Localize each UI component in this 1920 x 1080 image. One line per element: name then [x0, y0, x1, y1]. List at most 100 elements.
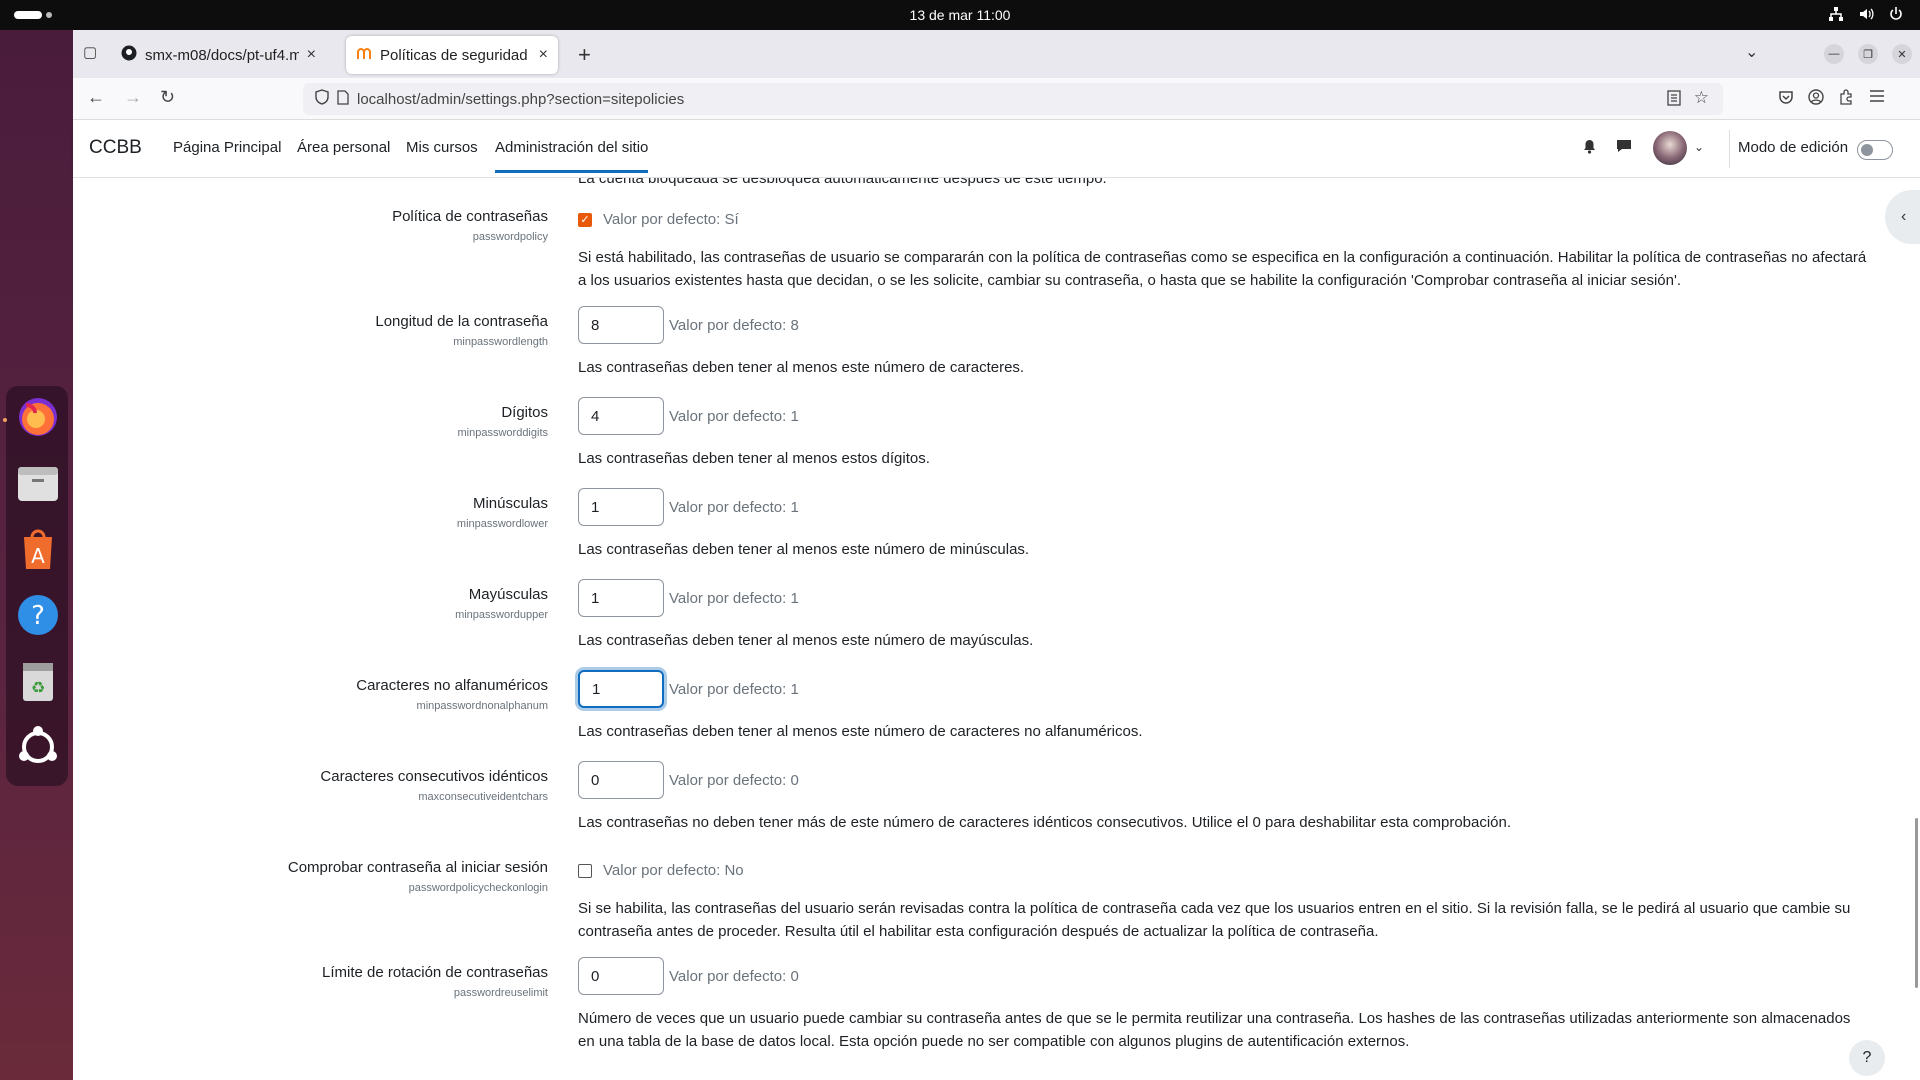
reader-view-icon[interactable]	[1667, 90, 1681, 110]
passwordpolicycheckonlogin-checkbox[interactable]	[578, 863, 592, 878]
setting-key: passwordpolicy	[472, 231, 548, 243]
navbar-divider	[1729, 130, 1730, 168]
address-bar[interactable]: localhost/admin/settings.php?section=sit…	[303, 83, 1723, 115]
power-icon[interactable]	[1888, 6, 1904, 25]
setting-key: minpasswordlength	[453, 336, 548, 348]
system-top-bar: 13 de mar 11:00	[0, 0, 1920, 30]
help-button[interactable]: ?	[1849, 1040, 1885, 1076]
bookmark-star-icon[interactable]: ☆	[1694, 88, 1709, 108]
setting-key: minpassworddigits	[457, 427, 548, 439]
tab-title: Políticas de seguridad del	[380, 46, 531, 64]
setting-description: Las contraseñas no deben tener más de es…	[578, 814, 1512, 831]
app-center-icon[interactable]: A	[15, 526, 61, 572]
setting-key: minpasswordlower	[456, 518, 548, 530]
ubuntu-dock: A ? ♻	[0, 30, 73, 1080]
help-icon[interactable]: ?	[15, 592, 61, 638]
user-avatar[interactable]	[1653, 131, 1687, 165]
minpasswordlength-input[interactable]: 8	[578, 306, 664, 344]
nav-home[interactable]: Página Principal	[173, 139, 281, 156]
default-value: Valor por defecto: 0	[669, 771, 799, 789]
tab-github[interactable]: smx-m08/docs/pt-uf4.md ×	[111, 36, 326, 74]
setting-description: Las contraseñas deben tener al menos est…	[578, 723, 1143, 740]
pocket-icon[interactable]	[1778, 89, 1794, 110]
tab-title: smx-m08/docs/pt-uf4.md	[145, 46, 299, 64]
default-value: Valor por defecto: 1	[669, 680, 799, 698]
setting-key: minpasswordupper	[455, 609, 548, 621]
menu-icon[interactable]	[1869, 89, 1885, 108]
dock-active-indicator	[3, 418, 7, 422]
messages-icon[interactable]	[1616, 138, 1632, 159]
setting-title: Dígitos	[501, 404, 548, 421]
default-value: Valor por defecto: 8	[669, 316, 799, 334]
default-value: Valor por defecto: No	[603, 862, 744, 879]
setting-title: Límite de rotación de contraseñas	[322, 964, 548, 981]
list-tabs-chevron-icon[interactable]: ⌄	[1745, 42, 1758, 62]
svg-text:A: A	[31, 544, 45, 568]
setting-description: Las contraseñas deben tener al menos est…	[578, 632, 1034, 649]
back-icon[interactable]: ←	[87, 87, 105, 108]
account-icon[interactable]	[1808, 89, 1824, 110]
shield-icon[interactable]	[315, 89, 329, 109]
page-info-icon[interactable]	[337, 89, 349, 109]
passwordreuselimit-input[interactable]: 0	[578, 957, 664, 995]
chevron-down-icon[interactable]: ⌄	[1694, 140, 1704, 154]
setting-title: Caracteres consecutivos idénticos	[320, 768, 548, 785]
minpasswordupper-input[interactable]: 1	[578, 579, 664, 617]
page-scrollbar[interactable]	[1915, 818, 1918, 988]
nav-dashboard[interactable]: Área personal	[297, 139, 390, 156]
moodle-navbar: CCBB Página Principal Área personal Mis …	[73, 120, 1920, 178]
system-tray[interactable]	[1828, 6, 1904, 25]
setting-description: Las contraseñas deben tener al menos est…	[578, 450, 930, 467]
nav-site-admin[interactable]: Administración del sitio	[495, 139, 649, 173]
trash-icon[interactable]: ♻	[15, 658, 61, 704]
notifications-bell-icon[interactable]	[1582, 138, 1597, 159]
setting-description: Las contraseñas deben tener al menos est…	[578, 541, 1030, 558]
close-tab-icon[interactable]: ×	[539, 46, 548, 64]
site-brand[interactable]: CCBB	[89, 137, 142, 159]
settings-content: La cuenta bloqueada se desbloquea automá…	[73, 178, 1920, 1080]
maxconsecutiveidentchars-input[interactable]: 0	[578, 761, 664, 799]
forward-icon[interactable]: →	[124, 87, 142, 108]
setting-key: passwordpolicycheckonlogin	[408, 882, 548, 894]
svg-text:?: ?	[31, 601, 45, 631]
extensions-icon[interactable]	[1838, 89, 1854, 110]
close-window-icon[interactable]: ✕	[1892, 44, 1912, 64]
default-value: Valor por defecto: 1	[669, 498, 799, 516]
minpasswordnonalphanum-input[interactable]: 1	[578, 670, 664, 708]
setting-title: Longitud de la contraseña	[375, 313, 548, 330]
navigation-toolbar: ← → ↻ localhost/admin/settings.php?secti…	[73, 78, 1920, 120]
setting-key: maxconsecutiveidentchars	[418, 791, 548, 803]
edit-mode-label: Modo de edición	[1738, 139, 1849, 156]
default-value: Valor por defecto: 0	[669, 967, 799, 985]
volume-icon[interactable]	[1858, 6, 1874, 25]
previous-setting-description: La cuenta bloqueada se desbloquea automá…	[578, 178, 1107, 187]
passwordpolicy-checkbox[interactable]: ✓	[578, 212, 592, 227]
ubuntu-icon[interactable]	[15, 724, 61, 770]
url-text[interactable]: localhost/admin/settings.php?section=sit…	[357, 91, 684, 108]
minpassworddigits-input[interactable]: 4	[578, 397, 664, 435]
nav-my-courses[interactable]: Mis cursos	[406, 139, 478, 156]
firefox-icon[interactable]	[15, 394, 61, 440]
restore-icon[interactable]: ❐	[1858, 44, 1878, 64]
files-icon[interactable]	[15, 460, 61, 506]
setting-key: minpasswordnonalphanum	[416, 700, 548, 712]
edit-mode-toggle[interactable]	[1857, 140, 1893, 160]
reload-icon[interactable]: ↻	[160, 87, 175, 108]
minimize-icon[interactable]: —	[1824, 44, 1844, 64]
minpasswordlower-input[interactable]: 1	[578, 488, 664, 526]
firefox-window: ▢ smx-m08/docs/pt-uf4.md × Políticas de …	[73, 30, 1920, 1080]
default-value: Valor por defecto: 1	[669, 589, 799, 607]
svg-text:♻: ♻	[31, 678, 45, 697]
setting-title: Mayúsculas	[468, 586, 548, 603]
new-tab-icon[interactable]: +	[578, 42, 591, 68]
setting-description: Si se habilita, las contraseñas del usua…	[578, 900, 1851, 940]
close-tab-icon[interactable]: ×	[307, 46, 316, 64]
moodle-icon	[356, 45, 372, 65]
network-icon[interactable]	[1828, 6, 1844, 25]
tab-overview-icon[interactable]: ▢	[83, 43, 97, 61]
setting-description: Si está habilitado, las contraseñas de u…	[578, 249, 1867, 289]
tab-moodle-policies[interactable]: Políticas de seguridad del ×	[346, 36, 558, 74]
setting-title: Política de contraseñas	[392, 208, 548, 225]
setting-key: passwordreuselimit	[453, 987, 548, 999]
system-clock[interactable]: 13 de mar 11:00	[0, 7, 1920, 23]
